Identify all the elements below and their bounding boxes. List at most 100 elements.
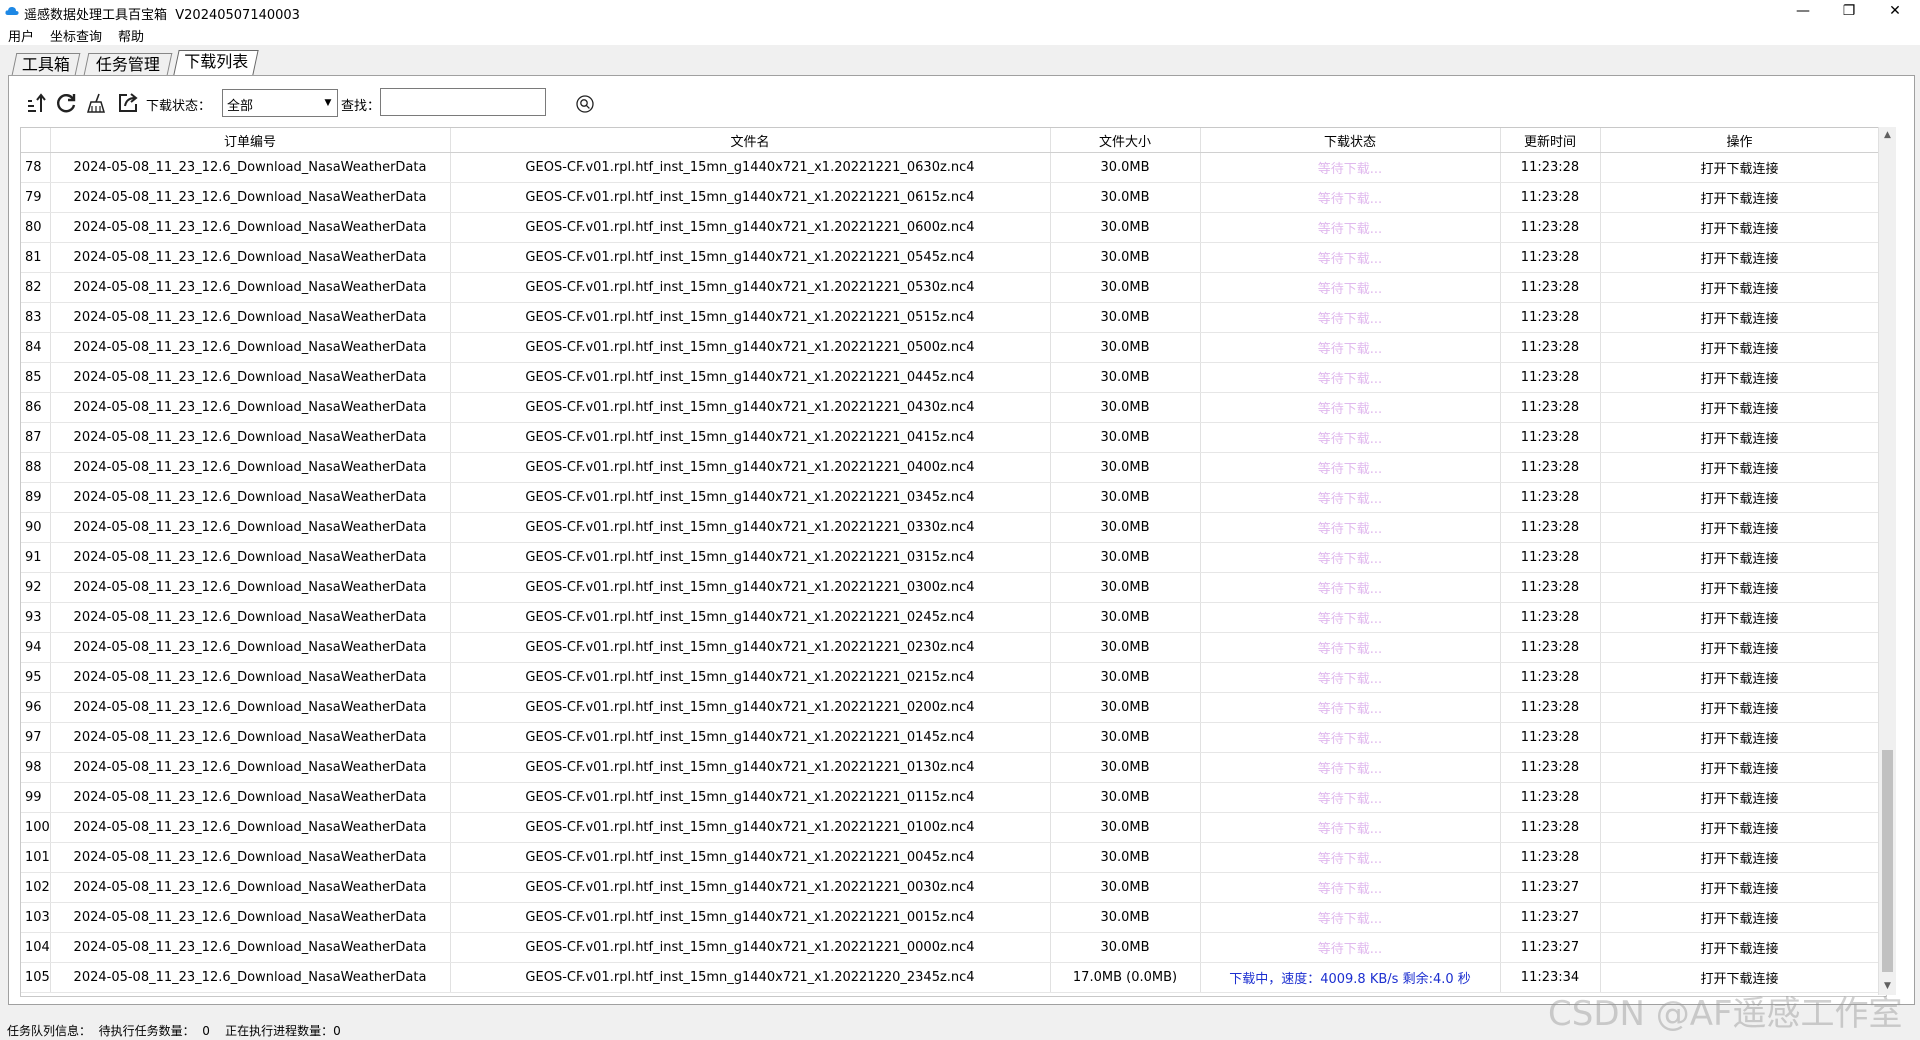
table-row[interactable]: 80 2024-05-08_11_23_12.6_Download_NasaWea…: [21, 212, 1880, 243]
open-download-link[interactable]: 打开下载连接: [1600, 482, 1880, 513]
menu-user[interactable]: 用户: [8, 26, 34, 45]
order-id-cell: 2024-05-08_11_23_12.6_Download_NasaWeath…: [50, 272, 451, 303]
table-row[interactable]: 78 2024-05-08_11_23_12.6_Download_NasaWea…: [21, 152, 1880, 183]
open-download-link[interactable]: 打开下载连接: [1600, 422, 1880, 453]
table-row[interactable]: 90 2024-05-08_11_23_12.6_Download_NasaWea…: [21, 512, 1880, 543]
open-download-link[interactable]: 打开下载连接: [1600, 632, 1880, 663]
close-button[interactable]: ✕: [1872, 0, 1918, 23]
table-row[interactable]: 101 2024-05-08_11_23_12.6_Download_NasaWe…: [21, 842, 1880, 873]
open-download-link[interactable]: 打开下载连接: [1600, 812, 1880, 843]
open-download-link[interactable]: 打开下载连接: [1600, 872, 1880, 903]
file-name-cell: GEOS-CF.v01.rpl.htf_inst_15mn_g1440x721_…: [450, 392, 1051, 423]
open-download-link[interactable]: 打开下载连接: [1600, 242, 1880, 273]
search-icon[interactable]: [575, 94, 595, 114]
table-row[interactable]: 93 2024-05-08_11_23_12.6_Download_NasaWea…: [21, 602, 1880, 633]
clear-broom-icon[interactable]: [85, 91, 109, 115]
column-header-update-time[interactable]: 更新时间: [1500, 128, 1601, 153]
tab-task-management[interactable]: 任务管理: [83, 53, 173, 75]
open-download-link[interactable]: 打开下载连接: [1600, 152, 1880, 183]
chevron-down-icon[interactable]: ▼: [321, 94, 335, 112]
order-id-cell: 2024-05-08_11_23_12.6_Download_NasaWeath…: [50, 872, 451, 903]
scroll-up-arrow-icon[interactable]: ▲: [1879, 127, 1896, 144]
open-download-link[interactable]: 打开下载连接: [1600, 932, 1880, 963]
column-header-index[interactable]: [21, 128, 51, 153]
table-row[interactable]: 99 2024-05-08_11_23_12.6_Download_NasaWea…: [21, 782, 1880, 813]
table-row[interactable]: 92 2024-05-08_11_23_12.6_Download_NasaWea…: [21, 572, 1880, 603]
open-download-link[interactable]: 打开下载连接: [1600, 452, 1880, 483]
file-size-cell: 30.0MB: [1050, 332, 1201, 363]
maximize-button[interactable]: ❐: [1826, 0, 1872, 23]
open-download-link[interactable]: 打开下载连接: [1600, 182, 1880, 213]
table-row[interactable]: 81 2024-05-08_11_23_12.6_Download_NasaWea…: [21, 242, 1880, 273]
scrollbar-thumb[interactable]: [1882, 750, 1893, 972]
download-status-cell: 等待下载...: [1200, 242, 1501, 273]
open-download-link[interactable]: 打开下载连接: [1600, 272, 1880, 303]
table-row[interactable]: 89 2024-05-08_11_23_12.6_Download_NasaWea…: [21, 482, 1880, 513]
open-download-link[interactable]: 打开下载连接: [1600, 512, 1880, 543]
row-index: 78: [21, 152, 51, 183]
open-download-link[interactable]: 打开下载连接: [1600, 392, 1880, 423]
open-download-link[interactable]: 打开下载连接: [1600, 722, 1880, 753]
export-sort-icon[interactable]: [24, 91, 48, 115]
download-status-select[interactable]: 全部 ▼: [222, 89, 338, 117]
open-download-link[interactable]: 打开下载连接: [1600, 362, 1880, 393]
open-download-link[interactable]: 打开下载连接: [1600, 302, 1880, 333]
open-download-link[interactable]: 打开下载连接: [1600, 602, 1880, 633]
table-row[interactable]: 97 2024-05-08_11_23_12.6_Download_NasaWea…: [21, 722, 1880, 753]
open-download-link[interactable]: 打开下载连接: [1600, 752, 1880, 783]
table-row[interactable]: 96 2024-05-08_11_23_12.6_Download_NasaWea…: [21, 692, 1880, 723]
minimize-button[interactable]: —: [1780, 0, 1826, 23]
refresh-icon[interactable]: [54, 91, 78, 115]
open-download-link[interactable]: 打开下载连接: [1600, 542, 1880, 573]
open-download-link[interactable]: 打开下载连接: [1600, 692, 1880, 723]
table-row[interactable]: 87 2024-05-08_11_23_12.6_Download_NasaWea…: [21, 422, 1880, 453]
order-id-cell: 2024-05-08_11_23_12.6_Download_NasaWeath…: [50, 152, 451, 183]
table-row[interactable]: 83 2024-05-08_11_23_12.6_Download_NasaWea…: [21, 302, 1880, 333]
column-header-file-name[interactable]: 文件名: [450, 128, 1051, 153]
open-download-link[interactable]: 打开下载连接: [1600, 212, 1880, 243]
download-status-cell: 等待下载...: [1200, 782, 1501, 813]
open-external-icon[interactable]: [116, 91, 140, 115]
open-download-link[interactable]: 打开下载连接: [1600, 332, 1880, 363]
update-time-cell: 11:23:28: [1500, 842, 1601, 873]
table-row[interactable]: 103 2024-05-08_11_23_12.6_Download_NasaWe…: [21, 902, 1880, 933]
cloud-app-icon: [5, 6, 19, 15]
csdn-watermark: CSDN @AF遥感工作室: [1548, 994, 1903, 1034]
table-row[interactable]: 94 2024-05-08_11_23_12.6_Download_NasaWea…: [21, 632, 1880, 663]
search-input[interactable]: [380, 88, 546, 116]
table-row[interactable]: 104 2024-05-08_11_23_12.6_Download_NasaWe…: [21, 932, 1880, 963]
table-row[interactable]: 88 2024-05-08_11_23_12.6_Download_NasaWea…: [21, 452, 1880, 483]
open-download-link[interactable]: 打开下载连接: [1600, 662, 1880, 693]
row-index: 82: [21, 272, 51, 303]
open-download-link[interactable]: 打开下载连接: [1600, 782, 1880, 813]
column-header-file-size[interactable]: 文件大小: [1050, 128, 1201, 153]
vertical-scrollbar[interactable]: ▲ ▼: [1878, 127, 1896, 995]
order-id-cell: 2024-05-08_11_23_12.6_Download_NasaWeath…: [50, 962, 451, 993]
column-header-order-id[interactable]: 订单编号: [50, 128, 451, 153]
table-row[interactable]: 85 2024-05-08_11_23_12.6_Download_NasaWea…: [21, 362, 1880, 393]
table-row[interactable]: 86 2024-05-08_11_23_12.6_Download_NasaWea…: [21, 392, 1880, 423]
table-row[interactable]: 102 2024-05-08_11_23_12.6_Download_NasaWe…: [21, 872, 1880, 903]
menu-coordinate-query[interactable]: 坐标查询: [50, 26, 102, 45]
file-name-cell: GEOS-CF.v01.rpl.htf_inst_15mn_g1440x721_…: [450, 512, 1051, 543]
update-time-cell: 11:23:28: [1500, 782, 1601, 813]
menu-help[interactable]: 帮助: [118, 26, 144, 45]
open-download-link[interactable]: 打开下载连接: [1600, 572, 1880, 603]
open-download-link[interactable]: 打开下载连接: [1600, 842, 1880, 873]
tab-download-list[interactable]: 下载列表: [173, 50, 259, 75]
table-row[interactable]: 95 2024-05-08_11_23_12.6_Download_NasaWea…: [21, 662, 1880, 693]
open-download-link[interactable]: 打开下载连接: [1600, 902, 1880, 933]
row-index: 84: [21, 332, 51, 363]
table-row[interactable]: 91 2024-05-08_11_23_12.6_Download_NasaWea…: [21, 542, 1880, 573]
table-row[interactable]: 98 2024-05-08_11_23_12.6_Download_NasaWea…: [21, 752, 1880, 783]
table-row[interactable]: 84 2024-05-08_11_23_12.6_Download_NasaWea…: [21, 332, 1880, 363]
download-status-cell: 等待下载...: [1200, 602, 1501, 633]
update-time-cell: 11:23:28: [1500, 242, 1601, 273]
table-row[interactable]: 100 2024-05-08_11_23_12.6_Download_NasaWe…: [21, 812, 1880, 843]
column-header-download-status[interactable]: 下载状态: [1200, 128, 1501, 153]
tab-toolbox[interactable]: 工具箱: [11, 53, 81, 75]
column-header-action[interactable]: 操作: [1600, 128, 1880, 153]
row-index: 89: [21, 482, 51, 513]
table-row[interactable]: 82 2024-05-08_11_23_12.6_Download_NasaWea…: [21, 272, 1880, 303]
table-row[interactable]: 79 2024-05-08_11_23_12.6_Download_NasaWea…: [21, 182, 1880, 213]
